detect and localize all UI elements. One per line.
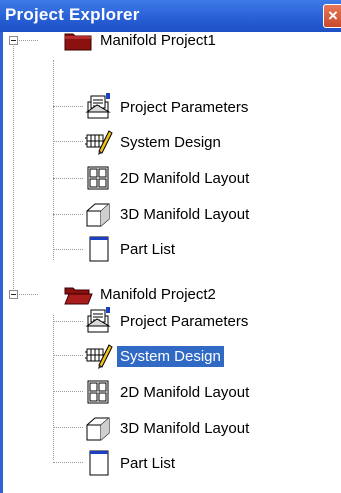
project-parameters-icon (83, 92, 113, 122)
tree-node-project1[interactable]: Manifold Project1 (63, 25, 219, 55)
tree-node-project2-project-parameters[interactable]: Project Parameters (83, 306, 251, 336)
tree-node-project1-part-list[interactable]: Part List (83, 234, 178, 264)
tree-node-label: Part List (120, 240, 176, 258)
layout-2d-icon (83, 377, 113, 407)
project-tree: Manifold Project1 Project Parameters Sys… (3, 32, 341, 493)
tree-node-project1-2d-layout[interactable]: 2D Manifold Layout (83, 163, 252, 193)
project-parameters-icon (83, 306, 113, 336)
system-design-icon (83, 341, 113, 371)
tree-node-label: 3D Manifold Layout (120, 419, 250, 437)
tree-node-label: 3D Manifold Layout (120, 205, 250, 223)
close-icon: × (328, 6, 338, 25)
project2-collapse-toggle[interactable] (9, 290, 18, 299)
panel-title: Project Explorer (5, 5, 140, 24)
tree-node-label: 2D Manifold Layout (120, 383, 250, 401)
tree-node-label: Project Parameters (120, 312, 249, 330)
tree-node-project2[interactable]: Manifold Project2 (63, 279, 219, 309)
layout-3d-icon (83, 413, 113, 443)
tree-node-label-selected: System Design (117, 345, 224, 367)
tree-node-project2-system-design[interactable]: System Design (83, 341, 224, 371)
tree-node-label: Manifold Project2 (100, 285, 216, 303)
folder-open-icon (63, 279, 93, 309)
folder-closed-icon (63, 25, 93, 55)
tree-node-project1-3d-layout[interactable]: 3D Manifold Layout (83, 199, 252, 229)
project1-collapse-toggle[interactable] (9, 36, 18, 45)
part-list-icon (83, 234, 113, 264)
project-explorer-panel: Project Explorer × Manifold Project1 Pro… (0, 0, 341, 493)
tree-node-project2-part-list[interactable]: Part List (83, 448, 178, 478)
tree-node-label: System Design (120, 133, 221, 151)
tree-node-label: 2D Manifold Layout (120, 169, 250, 187)
tree-node-label: Part List (120, 454, 176, 472)
layout-3d-icon (83, 199, 113, 229)
tree-node-label: Manifold Project1 (100, 31, 216, 49)
tree-node-label: Project Parameters (120, 98, 249, 116)
tree-node-project1-project-parameters[interactable]: Project Parameters (83, 92, 251, 122)
layout-2d-icon (83, 163, 113, 193)
tree-node-project2-2d-layout[interactable]: 2D Manifold Layout (83, 377, 252, 407)
tree-node-project2-3d-layout[interactable]: 3D Manifold Layout (83, 413, 252, 443)
system-design-icon (83, 127, 113, 157)
close-button[interactable]: × (323, 4, 341, 28)
part-list-icon (83, 448, 113, 478)
tree-node-project1-system-design[interactable]: System Design (83, 127, 224, 157)
